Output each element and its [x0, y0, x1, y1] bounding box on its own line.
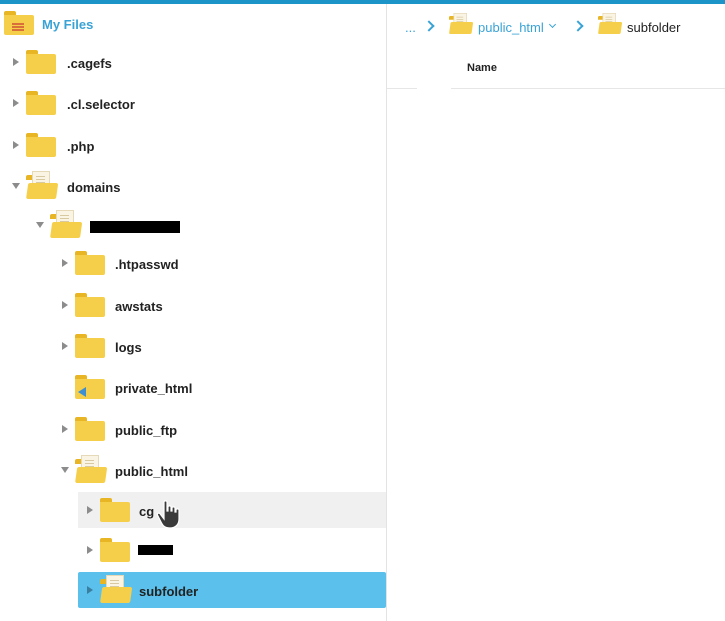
tree-item-label: .htpasswd: [115, 257, 179, 272]
folder-icon: [75, 251, 105, 275]
expand-arrow-icon[interactable]: [62, 259, 68, 267]
folder-icon: [100, 498, 130, 522]
expand-arrow-icon[interactable]: [13, 58, 19, 66]
collapse-arrow-icon[interactable]: [61, 467, 69, 473]
tree-item-label: .php: [67, 139, 95, 154]
tree-item-label: .cagefs: [67, 56, 112, 71]
breadcrumb-ellipsis[interactable]: ...: [405, 20, 416, 35]
tree-item-label: .cl.selector: [67, 97, 135, 112]
tree-item-label: public_ftp: [115, 423, 178, 438]
breadcrumb-separator-icon: [572, 20, 584, 32]
folder-icon: [26, 50, 56, 74]
tree-item-public-ftp[interactable]: public_ftp: [0, 411, 386, 447]
tree-root-label: My Files: [42, 17, 94, 32]
folder-icon: [75, 417, 105, 441]
tree-item-label: private_html: [115, 381, 193, 396]
hand-pointer-cursor-icon: [156, 500, 180, 529]
header-divider-gap: [417, 88, 451, 91]
tree-item-label: logs: [115, 340, 142, 355]
folder-open-icon: [75, 455, 108, 483]
folder-open-icon: [598, 13, 623, 34]
tree-item-subfolder[interactable]: subfolder: [78, 572, 386, 608]
folder-icon: [26, 91, 56, 115]
tree-item-label: awstats: [115, 299, 163, 314]
expand-arrow-icon[interactable]: [62, 425, 68, 433]
expand-arrow-icon[interactable]: [13, 99, 19, 107]
tree-item-label: cg: [139, 504, 155, 519]
folder-icon: [75, 334, 105, 358]
tree-item-private-html[interactable]: private_html: [0, 369, 386, 405]
tree-item-logs[interactable]: logs: [0, 328, 386, 364]
file-list-pane: ... public_html subfolder Name: [387, 4, 725, 621]
expand-arrow-icon[interactable]: [13, 141, 19, 149]
folder-open-icon: [26, 171, 59, 199]
tree-item-label: domains: [67, 180, 121, 195]
folder-open-icon: [100, 575, 133, 603]
folder-open-icon: [449, 13, 474, 34]
folder-icon: [100, 538, 130, 562]
collapse-arrow-icon[interactable]: [12, 183, 20, 189]
breadcrumb-item-public-html[interactable]: public_html: [478, 20, 544, 35]
tree-item-public-html[interactable]: public_html: [0, 452, 386, 488]
collapse-arrow-icon[interactable]: [36, 222, 44, 228]
expand-arrow-icon[interactable]: [87, 506, 93, 514]
chevron-down-icon[interactable]: [548, 20, 557, 29]
tree-item-cgi[interactable]: cg: [78, 492, 386, 528]
tree-item-domains[interactable]: domains: [0, 168, 386, 204]
tree-item-domain-redacted[interactable]: [0, 207, 386, 243]
folder-tree: My Files .cagefs .cl.selector .php domai…: [0, 4, 387, 621]
tree-item-cagefs[interactable]: .cagefs: [0, 44, 386, 80]
expand-arrow-icon[interactable]: [87, 586, 93, 594]
folder-open-icon: [50, 210, 83, 238]
breadcrumb-item-subfolder: subfolder: [627, 20, 681, 35]
column-header-name[interactable]: Name: [467, 62, 497, 74]
tree-item-redacted[interactable]: [0, 532, 386, 568]
redacted-domain-name: [90, 221, 180, 233]
breadcrumb-separator-icon: [423, 20, 435, 32]
tree-item-htpasswd[interactable]: .htpasswd: [0, 245, 386, 281]
folder-icon: [26, 133, 56, 157]
home-folder-icon: [4, 11, 34, 35]
tree-item-cl-selector[interactable]: .cl.selector: [0, 85, 386, 121]
tree-item-label: subfolder: [139, 584, 199, 599]
tree-item-awstats[interactable]: awstats: [0, 287, 386, 323]
expand-arrow-icon[interactable]: [62, 342, 68, 350]
folder-icon: [75, 293, 105, 317]
expand-arrow-icon[interactable]: [62, 301, 68, 309]
tree-item-label: public_html: [115, 464, 188, 479]
folder-link-icon: [75, 375, 105, 399]
expand-arrow-icon[interactable]: [87, 546, 93, 554]
redacted-folder-name: [138, 545, 173, 555]
tree-item-php[interactable]: .php: [0, 127, 386, 163]
tree-root-my-files[interactable]: My Files: [0, 6, 386, 42]
